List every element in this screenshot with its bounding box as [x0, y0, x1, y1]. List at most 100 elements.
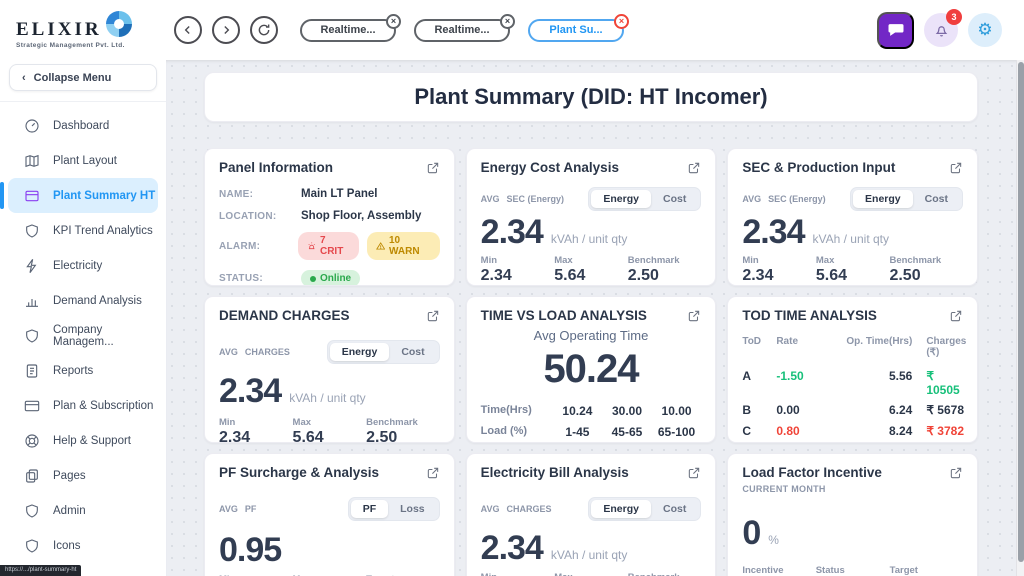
pf-surcharge-card: PF Surcharge & Analysis AVG PF PF Loss 0…	[204, 453, 455, 576]
toggle-energy[interactable]: Energy	[853, 190, 913, 208]
brand-name: ELIXIR	[16, 19, 102, 41]
period-label: CURRENT MONTH	[742, 484, 963, 494]
card-title: SEC & Production Input	[742, 160, 895, 175]
avg-label: AVG	[219, 347, 238, 357]
toggle-pf[interactable]: PF	[351, 500, 388, 518]
sidebar-item-pages[interactable]: Pages	[0, 458, 166, 493]
back-button[interactable]	[174, 16, 202, 44]
sidebar-item-plant-layout[interactable]: Plant Layout	[0, 143, 166, 178]
notification-badge: 3	[946, 9, 962, 25]
refresh-button[interactable]	[250, 16, 278, 44]
panel-card-icon	[24, 188, 40, 204]
notifications-button[interactable]: 3	[924, 13, 958, 47]
gauge-icon	[24, 118, 40, 134]
sidebar-item-demand-analysis[interactable]: Demand Analysis	[0, 283, 166, 318]
collapse-menu-button[interactable]: ‹ Collapse Menu	[9, 64, 157, 91]
field-label: STATUS:	[219, 273, 301, 284]
sidebar-item-kpi-trend-analytics[interactable]: KPI Trend Analytics	[0, 213, 166, 248]
unit-label: kVAh / unit qty	[551, 548, 627, 562]
toggle-cost[interactable]: Cost	[389, 343, 436, 361]
pages-icon	[24, 468, 40, 484]
brand-pinwheel-icon	[106, 11, 132, 37]
tab-realtime-2[interactable]: Realtime... ×	[414, 19, 510, 42]
toggle-cost[interactable]: Cost	[913, 190, 960, 208]
toggle-energy[interactable]: Energy	[591, 500, 651, 518]
expand-icon[interactable]	[949, 466, 963, 483]
sidebar-item-company-management[interactable]: Company Managem...	[0, 318, 166, 353]
energy-cost-toggle: Energy Cost	[850, 187, 963, 211]
expand-icon[interactable]	[687, 466, 701, 483]
sidebar-item-help-support[interactable]: Help & Support	[0, 423, 166, 458]
online-dot-icon	[310, 276, 316, 282]
card-title: DEMAND CHARGES	[219, 308, 350, 323]
energy-cost-analysis-card: Energy Cost Analysis AVG SEC (Energy) En…	[466, 148, 717, 286]
expand-icon[interactable]	[426, 161, 440, 178]
chevron-left-icon	[181, 23, 195, 37]
avg-label: AVG	[219, 504, 238, 514]
toggle-energy[interactable]: Energy	[591, 190, 651, 208]
panel-location-value: Shop Floor, Assembly	[301, 210, 421, 222]
collapse-menu-label: Collapse Menu	[34, 72, 112, 84]
sidebar-item-dashboard[interactable]: Dashboard	[0, 108, 166, 143]
expand-icon[interactable]	[949, 161, 963, 178]
avg-value: 2.34	[742, 213, 804, 252]
bar-chart-icon	[24, 293, 40, 309]
time-vs-load-card: TIME VS LOAD ANALYSIS Avg Operating Time…	[466, 296, 717, 443]
tab-plant-summary[interactable]: Plant Su... ×	[528, 19, 624, 42]
vertical-scrollbar[interactable]	[1016, 60, 1024, 576]
expand-icon[interactable]	[426, 309, 440, 326]
subtitle: Avg Operating Time	[481, 328, 702, 343]
warning-triangle-icon	[376, 241, 385, 251]
sidebar-item-plan-subscription[interactable]: Plan & Subscription	[0, 388, 166, 423]
scrollbar-thumb[interactable]	[1018, 62, 1024, 562]
sidebar-item-label: Help & Support	[53, 435, 131, 447]
metric-label: SEC (Energy)	[507, 194, 565, 204]
avg-label: AVG	[481, 504, 500, 514]
sidebar-item-admin[interactable]: Admin	[0, 493, 166, 528]
toggle-cost[interactable]: Cost	[651, 190, 698, 208]
demand-charges-card: DEMAND CHARGES AVG CHARGES Energy Cost 2…	[204, 296, 455, 443]
expand-icon[interactable]	[687, 309, 701, 326]
close-icon[interactable]: ×	[614, 14, 629, 29]
sidebar-item-label: Plant Layout	[53, 155, 117, 167]
refresh-icon	[257, 23, 271, 37]
field-label: NAME:	[219, 189, 301, 200]
document-icon	[24, 363, 40, 379]
chat-button[interactable]	[877, 12, 914, 49]
tab-realtime-1[interactable]: Realtime... ×	[300, 19, 396, 42]
energy-cost-toggle: Energy Cost	[588, 187, 701, 211]
sidebar-item-electricity[interactable]: Electricity	[0, 248, 166, 283]
sidebar-item-label: Electricity	[53, 260, 102, 272]
toggle-cost[interactable]: Cost	[651, 500, 698, 518]
expand-icon[interactable]	[426, 466, 440, 483]
sidebar-divider	[0, 101, 166, 102]
sidebar: ‹ Collapse Menu Dashboard Plant Layout P…	[0, 60, 166, 576]
shield-icon	[24, 223, 40, 239]
sidebar-item-reports[interactable]: Reports	[0, 353, 166, 388]
sidebar-item-label: Icons	[53, 540, 81, 552]
time-load-table: Time(Hrs) 10.24 30.00 10.00 Load (%) 1-4…	[481, 404, 702, 439]
energy-cost-toggle: Energy Cost	[588, 497, 701, 521]
settings-button[interactable]: ⚙	[968, 13, 1002, 47]
close-icon[interactable]: ×	[500, 14, 515, 29]
field-label: LOCATION:	[219, 211, 301, 222]
card-title: Electricity Bill Analysis	[481, 465, 629, 480]
critical-alarm-badge: 7 CRIT	[298, 232, 359, 260]
sidebar-item-label: Admin	[53, 505, 86, 517]
warning-alarm-badge: 10 WARN	[367, 232, 440, 260]
sidebar-item-label: Reports	[53, 365, 93, 377]
close-icon[interactable]: ×	[386, 14, 401, 29]
sidebar-item-plant-summary-ht[interactable]: Plant Summary HT	[8, 178, 158, 213]
card-title: Panel Information	[219, 160, 333, 175]
avg-operating-time-value: 50.24	[481, 347, 702, 392]
load-factor-incentive-card: Load Factor Incentive CURRENT MONTH 0% I…	[727, 453, 978, 576]
expand-icon[interactable]	[687, 161, 701, 178]
forward-button[interactable]	[212, 16, 240, 44]
expand-icon[interactable]	[949, 309, 963, 326]
sidebar-item-icons[interactable]: Icons	[0, 528, 166, 563]
toggle-loss[interactable]: Loss	[388, 500, 437, 518]
chevron-right-icon	[219, 23, 233, 37]
status-badge: Online	[301, 270, 360, 286]
toggle-energy[interactable]: Energy	[330, 343, 390, 361]
shield-icon	[24, 538, 40, 554]
